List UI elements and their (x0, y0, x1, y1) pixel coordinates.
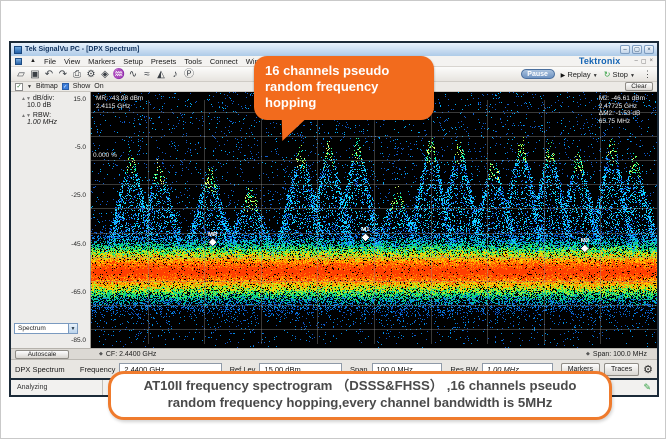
diamond-icon: ◆ (586, 351, 590, 357)
waterfall-icon[interactable]: ◭ (154, 68, 168, 81)
mdi-window-controls[interactable]: – ▢ × (634, 58, 653, 65)
readout-line: 65.75 MHz (598, 117, 631, 125)
settings-gear-icon[interactable]: ⚙ (643, 363, 653, 376)
readout-line: M2: -46.61 dBm (598, 95, 645, 102)
combo-dropdown-icon[interactable]: ▼ (68, 324, 77, 333)
marker-reference-readout: MR: -43.98 dBm 2.4115 GHz (96, 95, 143, 110)
trace-mode-label[interactable]: Bitmap (36, 83, 58, 90)
trace-math-icon[interactable]: ≈ (140, 68, 154, 81)
menu-view[interactable]: View (64, 57, 80, 66)
on-label: On (94, 83, 104, 90)
stop-dropdown-icon[interactable]: ▼ (630, 73, 635, 79)
more-options-icon[interactable]: ⋮ (643, 69, 652, 80)
y-tick-label: -65.0 (71, 288, 86, 296)
toolbar-icons: ▱ ▣ ↶ ↷ ⎙ ⚙ ◈ ♒ ∿ ≈ ◭ ♪ Ⓟ (14, 68, 196, 81)
readout-line: MR: -43.98 dBm (96, 95, 144, 102)
center-frequency-label: ◆ CF: 2.4400 GHz (99, 350, 157, 358)
stop-icon: ↻ (603, 69, 611, 79)
mdi-restore-icon[interactable]: ▢ (641, 58, 647, 65)
frequency-annotation-row: Autoscale ◆ CF: 2.4400 GHz ◆ Span: 100.0… (11, 348, 657, 359)
marker-2-readout: M2: -46.61 dBm 2.47725 GHz ΔM2: -1.53 dB 65… (599, 95, 645, 125)
menu-presets[interactable]: Presets (151, 57, 176, 66)
spinner-icon[interactable]: ▲▼ (21, 96, 31, 102)
transport-controls: Pause ▶ Replay ▼ ↻ Stop ▼ ⋮ (520, 69, 654, 80)
callout-bubble: 16 channels pseudo random frequency hopp… (254, 56, 434, 141)
diamond-icon: ◆ (99, 351, 103, 357)
y-tick-label: -85.0 (71, 337, 86, 344)
mdi-minimize-icon[interactable]: – (634, 58, 637, 65)
spectrum-display-icon[interactable]: ♒ (112, 68, 126, 81)
menu-setup[interactable]: Setup (123, 57, 143, 66)
callout-bubble-tail (278, 116, 308, 141)
close-button[interactable]: × (644, 45, 654, 54)
app-icon (14, 45, 22, 54)
redo-icon[interactable]: ↷ (56, 68, 70, 81)
rbw-value[interactable]: 1.00 MHz (21, 119, 90, 126)
audio-icon[interactable]: ♪ (168, 68, 182, 81)
restore-button[interactable]: ▢ (632, 45, 642, 54)
title-bar[interactable]: Tek SignalVu PC - [DPX Spectrum] – ▢ × (11, 43, 657, 56)
replay-button[interactable]: ▶ Replay ▼ (561, 70, 598, 79)
spinner-icon[interactable]: ▲▼ (21, 113, 31, 119)
span-annotation-label: ◆ Span: 100.0 MHz (586, 350, 647, 358)
caption-box: AT10II frequency spectrogram （DSSS&FHSS）… (108, 371, 612, 420)
undo-icon[interactable]: ↶ (42, 68, 56, 81)
shield-icon[interactable]: ◈ (98, 68, 112, 81)
menu-tools[interactable]: Tools (184, 57, 202, 66)
menu-markers[interactable]: Markers (88, 57, 115, 66)
y-tick-label: 15.0 (73, 96, 86, 103)
stop-button[interactable]: ↻ Stop ▼ (604, 70, 635, 79)
traces-panel-button[interactable]: Traces (603, 362, 640, 376)
save-icon[interactable]: ▣ (28, 68, 42, 81)
open-folder-icon[interactable]: ▱ (14, 68, 28, 81)
trace-mode-dropdown-icon[interactable]: ▼ (27, 84, 32, 90)
marker-p-icon[interactable]: Ⓟ (182, 68, 196, 81)
window-controls: – ▢ × (620, 45, 654, 54)
caption-line-2: random frequency hopping,every channel b… (167, 394, 553, 410)
minimize-button[interactable]: – (620, 45, 630, 54)
y-tick-label: -5.0 (74, 144, 86, 152)
replay-dropdown-icon[interactable]: ▼ (593, 73, 598, 79)
mdi-close-icon[interactable]: × (649, 58, 653, 65)
y-tick-label: -25.0 (71, 192, 86, 200)
y-tick-label: -45.0 (71, 240, 86, 248)
caption-line-1: AT10II frequency spectrogram （DSSS&FHSS）… (143, 378, 577, 393)
rbw-label: RBW: (32, 112, 52, 119)
acquisition-status: Analyzing (11, 380, 103, 395)
menu-connect[interactable]: Connect (210, 57, 238, 66)
trigger-percent-label: 0.000 % (93, 152, 117, 159)
trace-type-combo[interactable]: Spectrum ▼ (14, 323, 78, 334)
menu-file[interactable]: File (44, 57, 56, 66)
screenshot-page: Tek SignalVu PC - [DPX Spectrum] – ▢ × ▲… (0, 0, 666, 439)
callout-bubble-text: 16 channels pseudo random frequency hopp… (265, 63, 390, 110)
marker-pen-icon: ✎ (643, 382, 651, 392)
dpx-spectrum-plot[interactable]: MR: -43.98 dBm 2.4115 GHz M2: -46.61 dBm 2… (91, 92, 657, 348)
trace-select-icon[interactable]: ✓ (15, 82, 23, 91)
pause-button[interactable]: Pause (520, 69, 555, 79)
trace-waveform-icon[interactable]: ∿ (126, 68, 140, 81)
app-menu-arrow-icon[interactable]: ▲ (30, 58, 36, 64)
frequency-label: Frequency (79, 364, 116, 374)
window-title: Tek SignalVu PC - [DPX Spectrum] (25, 46, 140, 53)
main-area: ▲▼ dB/div: 10.0 dB ▲▼ RBW: 1.00 MHz 15.0… (11, 92, 657, 348)
readout-line: ΔM2: -1.53 dB (598, 110, 641, 117)
settings-gear-icon[interactable]: ⚙ (84, 68, 98, 81)
show-label: Show (72, 83, 91, 90)
settings-panel: ▲▼ dB/div: 10.0 dB ▲▼ RBW: 1.00 MHz 15.0… (11, 92, 91, 348)
readout-line: 2.47725 GHz (598, 102, 638, 110)
play-icon: ▶ (560, 72, 566, 79)
print-icon[interactable]: ⎙ (70, 68, 84, 81)
show-checkbox[interactable]: ✓ (61, 83, 69, 90)
rbw-setting[interactable]: ▲▼ RBW: 1.00 MHz (11, 109, 90, 126)
db-div-value[interactable]: 10.0 dB (21, 102, 90, 109)
tektronix-logo: Tektronix (578, 56, 621, 66)
autoscale-button[interactable]: Autoscale (15, 349, 69, 359)
readout-line: 2.4115 GHz (96, 102, 131, 110)
clear-button[interactable]: Clear (625, 82, 653, 91)
view-name-label: DPX Spectrum (15, 364, 65, 374)
spectrum-bitmap-canvas[interactable] (91, 92, 657, 348)
mdi-child-icon[interactable] (15, 57, 22, 65)
